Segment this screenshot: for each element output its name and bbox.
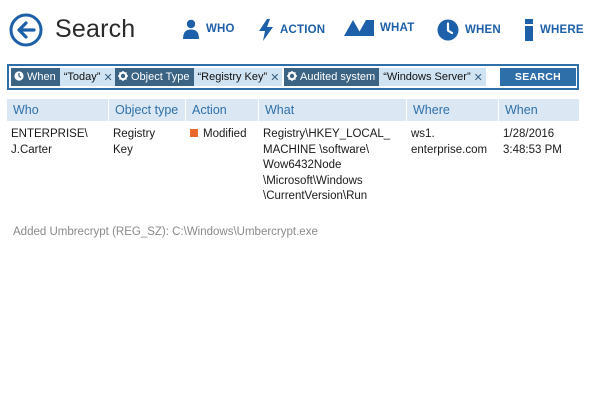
nav-when[interactable]: WHEN	[437, 19, 501, 41]
column-header-where[interactable]: Where	[406, 99, 498, 121]
filter-chip-when[interactable]: When “Today” ✕	[11, 68, 116, 86]
filter-value: “Today”	[59, 68, 104, 86]
event-detail: Added Umbrecrypt (REG_SZ): C:\Windows\Um…	[13, 226, 318, 238]
lightning-icon	[258, 19, 274, 41]
filter-key: Object Type	[131, 71, 190, 83]
nav-who-label: WHO	[206, 23, 235, 35]
cell-when: 1/28/2016 3:48:53 PM	[503, 128, 562, 156]
nav-where-label: WHERE	[540, 24, 584, 36]
column-header-action[interactable]: Action	[185, 99, 258, 121]
filter-value: “Registry Key”	[193, 68, 271, 86]
gear-icon	[118, 70, 128, 84]
nav-where[interactable]: WHERE	[524, 19, 584, 41]
remove-filter-icon[interactable]: ✕	[473, 68, 486, 86]
back-arrow-icon	[9, 13, 43, 47]
where-pin-icon	[524, 19, 534, 41]
cell-what: Registry\HKEY_LOCAL_ MACHINE \software\ …	[263, 128, 391, 202]
nav-what-label: WHAT	[380, 22, 415, 34]
table-row[interactable]: ENTERPRISE\ J.Carter Registry Key Modifi…	[7, 127, 579, 207]
gear-icon	[287, 70, 297, 84]
person-icon	[182, 19, 200, 39]
column-header-object-type[interactable]: Object type	[108, 99, 185, 121]
what-triangle-icon	[344, 19, 374, 37]
back-button[interactable]	[9, 13, 43, 47]
cell-who: ENTERPRISE\ J.Carter	[11, 128, 88, 156]
nav-when-label: WHEN	[465, 24, 501, 36]
filter-value: “Windows Server”	[379, 68, 474, 86]
column-header-what[interactable]: What	[258, 99, 406, 121]
filter-bar[interactable]: When “Today” ✕ Object Type “Registry Key…	[7, 64, 579, 90]
filter-chip-object-type[interactable]: Object Type “Registry Key” ✕	[115, 68, 283, 86]
search-button[interactable]: SEARCH	[500, 68, 576, 86]
remove-filter-icon[interactable]: ✕	[103, 68, 116, 86]
column-header-who[interactable]: Who	[7, 99, 108, 121]
nav-action-label: ACTION	[280, 24, 326, 36]
remove-filter-icon[interactable]: ✕	[270, 68, 283, 86]
nav-action[interactable]: ACTION	[258, 19, 325, 41]
clock-icon	[437, 19, 459, 41]
filter-chip-audited-system[interactable]: Audited system “Windows Server” ✕	[284, 68, 486, 86]
page-title: Search	[55, 15, 136, 43]
modified-status-icon	[190, 129, 198, 137]
nav-who[interactable]: WHO	[182, 19, 235, 39]
column-header-when[interactable]: When	[498, 99, 579, 121]
cell-object-type: Registry Key	[113, 128, 156, 156]
filter-key: When	[27, 71, 56, 83]
cell-action-label: Modified	[203, 128, 247, 140]
filter-key: Audited system	[300, 71, 376, 83]
table-header: Who Object type Action What Where When	[7, 99, 579, 121]
cell-action: Modified	[185, 127, 258, 143]
cell-where: ws1. enterprise.com	[411, 128, 488, 156]
nav-what[interactable]: WHAT	[344, 19, 414, 37]
clock-icon	[14, 70, 24, 84]
